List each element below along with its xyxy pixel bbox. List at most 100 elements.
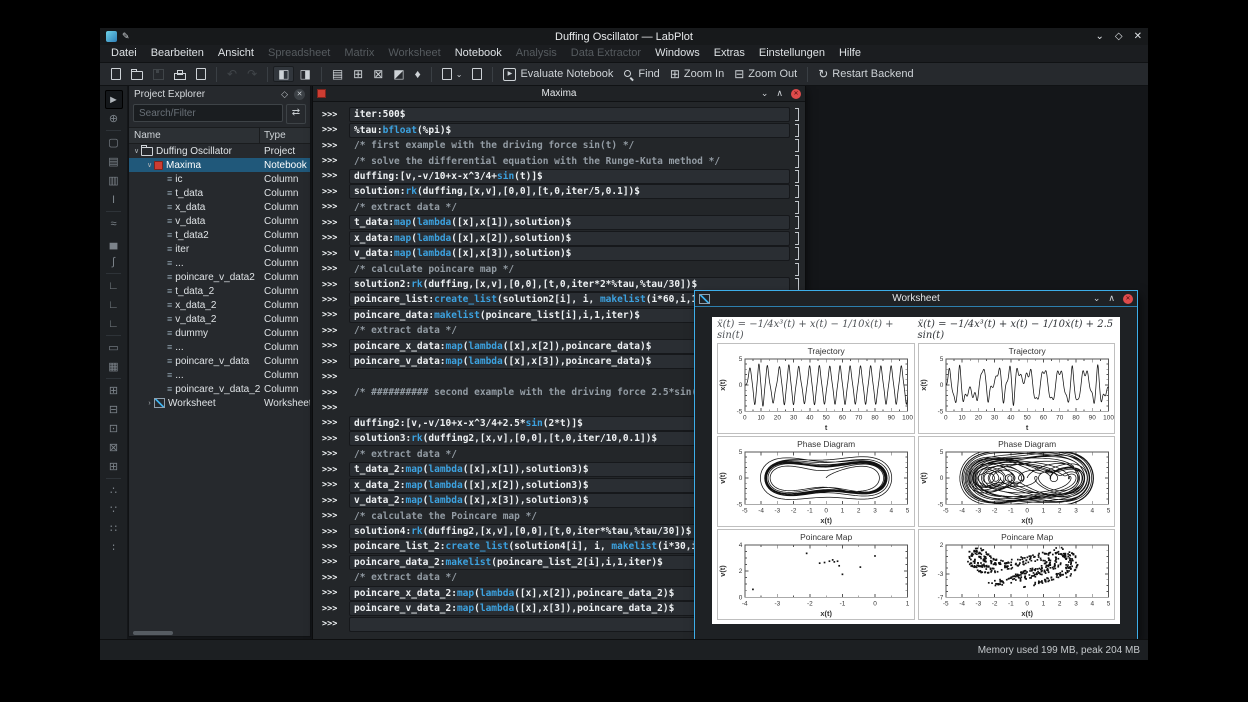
type-column-header[interactable]: Type <box>259 128 310 143</box>
command-input[interactable]: v_data: map(lambda ([x],x[3]),solution)$ <box>349 246 790 262</box>
notebook-entry[interactable]: >>> v_data: map(lambda ([x],x[3]),solution)… <box>313 246 805 262</box>
command-input[interactable]: solution2: rk (duffing,[x,v],[0,0],[t,0,it… <box>349 277 790 293</box>
axis-both-icon[interactable]: ∟ <box>105 276 123 295</box>
plot-phase-diagram-1[interactable]: -5 -4 -3 -2 -1 0 1 2 3 4 5 -5 0 5 Phase Diagram x(t) v(t… <box>717 436 915 527</box>
plot-poincare-map-2[interactable]: -5 -4 -3 -2 -1 0 1 2 3 4 5 2 -3 -7 Poincare Map x(t) v(t… <box>917 529 1115 620</box>
tree-item-x-data-2[interactable]: ≡ x_data_2 Column <box>129 298 310 312</box>
notebook-remove-entry-button[interactable]: ⊠ <box>368 66 388 82</box>
plot-poincare-map-1[interactable]: -4 -3 -2 -1 0 1 0 2 4 Poincare Map x(t) v(t) <box>717 529 915 620</box>
menu-hilfe[interactable]: Hilfe <box>832 45 868 62</box>
plot-phase-diagram-2[interactable]: -5 -4 -3 -2 -1 0 1 2 3 4 5 -5 0 5 Phase Diagram x(t) v(t… <box>917 436 1115 527</box>
print-button[interactable] <box>169 67 191 81</box>
notebook-entry[interactable]: >>> /* first example with the driving for… <box>313 138 805 153</box>
equation-label-1[interactable]: ẍ(t) = −1/4x³(t) + x(t) − 1/10ẋ(t) + sin… <box>717 319 915 341</box>
worksheet-close-button[interactable]: ✕ <box>1123 293 1133 304</box>
zoom-select-icon[interactable]: ▢ <box>105 133 123 152</box>
zoom-fit-y-icon[interactable]: ⊞ <box>105 457 123 476</box>
maxima-maximize-button[interactable]: ∧ <box>776 88 783 99</box>
notebook-statistics-button[interactable]: ▤ <box>327 66 348 82</box>
tree-item-iter[interactable]: ≡ iter Column <box>129 242 310 256</box>
title-bar[interactable]: ✎ Duffing Oscillator — LabPlot ⌄ ◇ ✕ <box>100 28 1148 45</box>
float-dock-icon[interactable]: ◇ <box>281 87 288 102</box>
expander-icon[interactable]: ∨ <box>145 161 154 169</box>
worksheet-maximize-button[interactable]: ∧ <box>1108 293 1115 304</box>
plot-trajectory-1[interactable]: 0 10 20 30 40 50 60 70 80 90 100 -5 0 5 Trajectory t x(t… <box>717 343 915 434</box>
tree-item-t-data[interactable]: ≡ t_data Column <box>129 186 310 200</box>
tree-item-t-data2[interactable]: ≡ t_data2 Column <box>129 228 310 242</box>
notebook-entry[interactable]: >>> /* extract data */ <box>313 200 805 215</box>
crosshair-cursor-icon[interactable]: ⊕ <box>105 109 123 128</box>
plot-area-icon[interactable]: ▭ <box>105 338 123 357</box>
command-input[interactable]: t_data: map(lambda ([x],x[1]),solution)$ <box>349 215 790 231</box>
maxima-minimize-button[interactable]: ⌄ <box>761 88 769 99</box>
tree-column-header[interactable]: Name Type <box>129 127 310 144</box>
fit-curve-icon[interactable]: ∫ <box>105 252 123 271</box>
maxima-title-bar[interactable]: Maxima ⌄ ∧ ✕ <box>313 86 805 102</box>
notebook-entry[interactable]: >>> duffing:[v,-v/10+x-x^3/4+ sin (t)]$ <box>313 168 805 184</box>
plot-trajectory-2[interactable]: 0 10 20 30 40 50 60 70 80 90 100 -5 0 5 Trajectory t x(t… <box>917 343 1115 434</box>
notebook-insert-entry-button[interactable]: ⊞ <box>348 66 368 82</box>
distribute-horizontal-icon[interactable]: ∷ <box>105 519 123 538</box>
tree-item-item[interactable]: ≡... Column <box>129 340 310 354</box>
tree-item-poincare-v-data2[interactable]: ≡ poincare_v_data2 Column <box>129 270 310 284</box>
insert-text-entry-button[interactable] <box>467 67 487 81</box>
zoom-y-select-icon[interactable]: ▥ <box>105 171 123 190</box>
select-cursor-icon[interactable]: ► <box>104 90 123 109</box>
evaluate-notebook-button[interactable]: ▶ Evaluate Notebook <box>498 67 618 82</box>
menu-bearbeiten[interactable]: Bearbeiten <box>144 45 211 62</box>
menu-ansicht[interactable]: Ansicht <box>211 45 261 62</box>
xy-curve-icon[interactable]: ≈ <box>105 214 123 233</box>
image-icon[interactable]: ▦ <box>105 357 123 376</box>
new-button[interactable] <box>106 67 126 81</box>
expander-icon[interactable]: ∨ <box>132 147 141 155</box>
tree-item-worksheet[interactable]: › Worksheet Worksheet <box>129 396 310 410</box>
menu-notebook[interactable]: Notebook <box>448 45 509 62</box>
close-button[interactable]: ✕ <box>1134 28 1142 45</box>
command-input[interactable]: x_data: map(lambda ([x],x[2]),solution)$ <box>349 230 790 246</box>
tree-item-item[interactable]: ≡... Column <box>129 368 310 382</box>
axis-left-icon[interactable]: ∟ <box>105 314 123 333</box>
zoom-in-view-icon[interactable]: ⊞ <box>105 381 123 400</box>
notebook-entry[interactable]: >>> t_data: map(lambda ([x],x[1]),solution)… <box>313 215 805 231</box>
notebook-entry[interactable]: >>> iter:500$ <box>313 107 805 123</box>
tree-item-dummy[interactable]: ≡ dummy Column <box>129 326 310 340</box>
notebook-entry[interactable]: >>> %tau: bfloat (%pi)$ <box>313 122 805 138</box>
equation-label-2[interactable]: ẍ(t) = −1/4x³(t) + x(t) − 1/10ẋ(t) + 2.5… <box>918 319 1116 341</box>
text-cursor-icon[interactable]: I <box>105 190 123 209</box>
tree-item-t-data-2[interactable]: ≡ t_data_2 Column <box>129 284 310 298</box>
tree-item-v-data[interactable]: ≡ v_data Column <box>129 214 310 228</box>
syntax-highlight-button[interactable]: ♦ <box>410 66 426 82</box>
menu-windows[interactable]: Windows <box>648 45 707 62</box>
align-vertical-icon[interactable]: ∵ <box>105 500 123 519</box>
zoom-x-select-icon[interactable]: ▤ <box>105 152 123 171</box>
tree-item-ic[interactable]: ≡ ic Column <box>129 172 310 186</box>
worksheet-page[interactable]: ẍ(t) = −1/4x³(t) + x(t) − 1/10ẋ(t) + sin… <box>712 317 1120 624</box>
histogram-icon[interactable]: ▄ <box>105 233 123 252</box>
command-input[interactable]: %tau: bfloat (%pi)$ <box>349 122 790 138</box>
notebook-entry[interactable]: >>> solution: rk (duffing,[x,v],[0,0],[t,0,… <box>313 184 805 200</box>
command-input[interactable]: duffing:[v,-v/10+x-x^3/4+ sin (t)]$ <box>349 168 790 184</box>
horizontal-scrollbar[interactable] <box>129 630 310 636</box>
axis-bottom-icon[interactable]: ∟ <box>105 295 123 314</box>
name-column-header[interactable]: Name <box>129 128 259 143</box>
tree-item-x-data[interactable]: ≡ x_data Column <box>129 200 310 214</box>
dock-layout-toggle-right[interactable]: ◨ <box>294 66 315 82</box>
tree-item-poincare-v-data-2[interactable]: ≡ poincare_v_data_2 Column <box>129 382 310 396</box>
tree-item-maxima[interactable]: ∨ Maxima Notebook <box>129 158 310 172</box>
zoom-fit-icon[interactable]: ⊡ <box>105 419 123 438</box>
notebook-zoom-button[interactable]: ◩ <box>388 66 409 82</box>
menu-einstellungen[interactable]: Einstellungen <box>752 45 832 62</box>
tree-item-v-data-2[interactable]: ≡ v_data_2 Column <box>129 312 310 326</box>
notebook-entry[interactable]: >>> x_data: map(lambda ([x],x[2]),solution)… <box>313 230 805 246</box>
maxima-close-button[interactable]: ✕ <box>791 88 801 99</box>
tree-item-duffing-oscillator[interactable]: ∨ Duffing Oscillator Project <box>129 144 310 158</box>
align-horizontal-icon[interactable]: ∴ <box>105 481 123 500</box>
command-input[interactable]: iter:500$ <box>349 107 790 123</box>
command-input[interactable]: solution: rk (duffing,[x,v],[0,0],[t,0,ite… <box>349 184 790 200</box>
tree-item-item[interactable]: ≡... Column <box>129 256 310 270</box>
menu-extras[interactable]: Extras <box>707 45 752 62</box>
export-button[interactable] <box>191 67 211 81</box>
zoom-out-view-icon[interactable]: ⊟ <box>105 400 123 419</box>
tree-item-poincare-v-data[interactable]: ≡ poincare_v_data Column <box>129 354 310 368</box>
worksheet-minimize-button[interactable]: ⌄ <box>1093 293 1101 304</box>
